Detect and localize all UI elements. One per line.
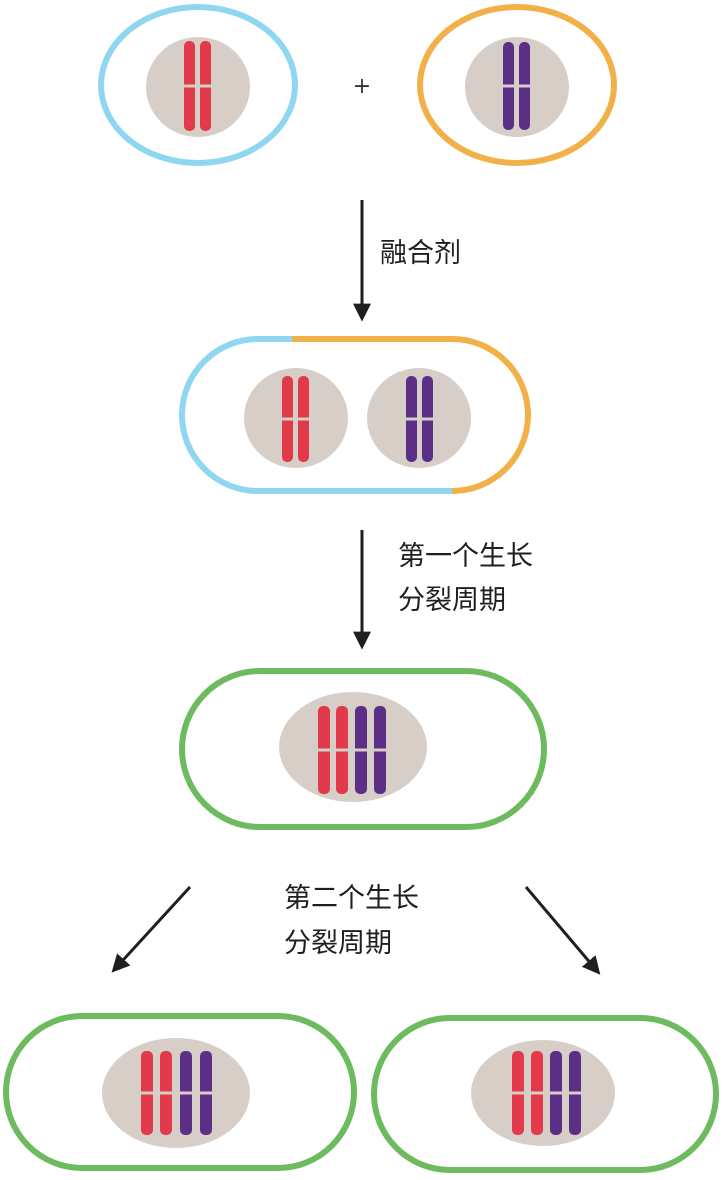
centromere-mark (318, 748, 330, 752)
centromere-mark (141, 1091, 153, 1095)
cell-a-nucleus (146, 37, 250, 137)
hybrid-cell (179, 668, 547, 830)
centromere-mark (406, 417, 417, 421)
second-cycle-label-line1: 第二个生长 (284, 883, 419, 914)
parent-cell-a (98, 4, 298, 166)
centromere-mark (531, 1091, 543, 1095)
centromere-mark (200, 1091, 212, 1095)
first-cycle-label-line1: 第一个生长 (398, 541, 533, 572)
centromere-mark (550, 1091, 562, 1095)
arrow-second-cycle-left (111, 885, 192, 973)
centromere-mark (336, 748, 348, 752)
centromere-mark (200, 84, 211, 88)
centromere-mark (519, 84, 530, 88)
centromere-mark (355, 748, 367, 752)
centromere-mark (422, 417, 433, 421)
heterokaryon-nucleus-b (367, 368, 471, 468)
hybrid-nucleus (279, 692, 427, 802)
heterokaryon-nucleus-a (244, 368, 348, 468)
centromere-mark (282, 417, 293, 421)
cell-b-nucleus (465, 37, 569, 137)
centromere-mark (180, 1091, 192, 1095)
centromere-mark (503, 84, 514, 88)
first-cycle-label-line2: 分裂周期 (398, 585, 506, 616)
centromere-mark (298, 417, 309, 421)
plus-sign: + (353, 74, 371, 99)
daughter-cell-left (3, 1013, 357, 1171)
arrow-second-cycle-right (524, 886, 601, 975)
centromere-mark (160, 1091, 172, 1095)
centromere-mark (374, 748, 386, 752)
centromere-mark (184, 84, 195, 88)
centromere-mark (569, 1091, 581, 1095)
heterokaryon-cell (179, 336, 531, 494)
daughter-left-nucleus (102, 1038, 250, 1148)
centromere-mark (512, 1091, 524, 1095)
cell-fusion-diagram: + 融合剂 第一个生长 分裂周期 第二个生长 分裂周期 (3, 4, 719, 1173)
daughter-cell-right (371, 1015, 719, 1173)
fusion-agent-label: 融合剂 (380, 238, 461, 269)
second-cycle-label-line2: 分裂周期 (284, 928, 392, 959)
parent-cell-b (417, 4, 617, 166)
